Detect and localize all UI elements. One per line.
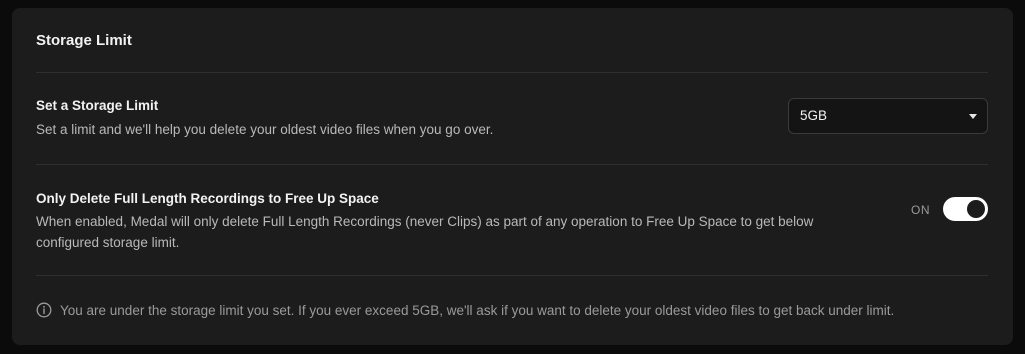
delete-recordings-description-line-2: configured storage limit. — [36, 235, 180, 250]
delete-recordings-title: Only Delete Full Length Recordings to Fr… — [36, 191, 379, 206]
delete-recordings-description: When enabled, Medal will only delete Ful… — [36, 211, 813, 253]
divider — [36, 275, 988, 276]
delete-recordings-toggle[interactable] — [943, 197, 988, 221]
storage-limit-select[interactable]: 5GB — [788, 98, 988, 134]
storage-limit-panel: Storage Limit Set a Storage Limit Set a … — [12, 8, 1013, 345]
toggle-state-label: ON — [911, 203, 930, 217]
section-title: Storage Limit — [36, 32, 132, 49]
divider — [36, 72, 988, 73]
storage-limit-description: Set a limit and we'll help you delete yo… — [36, 122, 494, 137]
storage-limit-title: Set a Storage Limit — [36, 98, 159, 113]
storage-info-text: You are under the storage limit you set.… — [60, 303, 895, 318]
divider — [36, 164, 988, 165]
chevron-down-icon — [969, 114, 977, 119]
toggle-knob — [967, 200, 985, 218]
storage-limit-selected-value: 5GB — [800, 108, 828, 123]
delete-recordings-description-line-1: When enabled, Medal will only delete Ful… — [36, 214, 814, 229]
info-circle-icon — [36, 302, 52, 318]
